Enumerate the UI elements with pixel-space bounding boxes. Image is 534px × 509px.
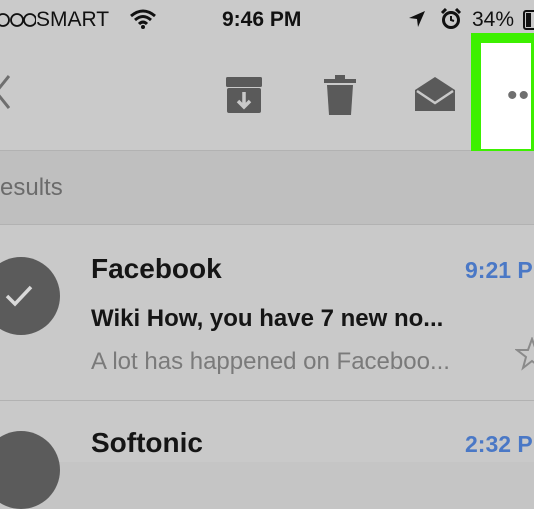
email-preview: A lot has happened on Faceboo... xyxy=(91,348,450,375)
mark-unread-envelope-icon[interactable] xyxy=(414,76,456,112)
email-sender: Softonic xyxy=(91,427,203,458)
battery-percent: 34% xyxy=(472,8,515,31)
battery-icon xyxy=(523,10,534,30)
email-row[interactable]: Softonic 2:32 P xyxy=(0,401,534,509)
signal-dots-icon xyxy=(0,13,36,27)
email-time: 9:21 P xyxy=(465,257,533,283)
email-sender: Facebook xyxy=(91,253,222,284)
alarm-icon xyxy=(440,8,462,29)
results-section-header: esults xyxy=(0,151,534,224)
status-time: 9:46 PM xyxy=(222,8,302,31)
archive-icon[interactable] xyxy=(225,76,263,114)
status-bar: SMART 9:46 PM 34% xyxy=(0,0,534,40)
toolbar xyxy=(0,40,534,150)
location-arrow-icon xyxy=(409,11,425,27)
trash-icon[interactable] xyxy=(324,75,356,115)
carrier-name: SMART xyxy=(36,8,110,31)
email-row[interactable]: Facebook 9:21 P Wiki How, you have 7 new… xyxy=(0,225,534,400)
more-options-icon[interactable]: •• xyxy=(507,81,530,111)
section-title: esults xyxy=(0,174,63,201)
email-subject: Wiki How, you have 7 new no... xyxy=(91,305,444,332)
wifi-icon xyxy=(130,9,156,29)
checkmark-icon xyxy=(5,285,33,307)
email-time: 2:32 P xyxy=(465,431,533,457)
star-icon[interactable] xyxy=(515,337,534,371)
back-chevron-icon[interactable] xyxy=(0,74,10,110)
selected-check-avatar[interactable] xyxy=(0,257,60,335)
selected-check-avatar[interactable] xyxy=(0,431,60,509)
